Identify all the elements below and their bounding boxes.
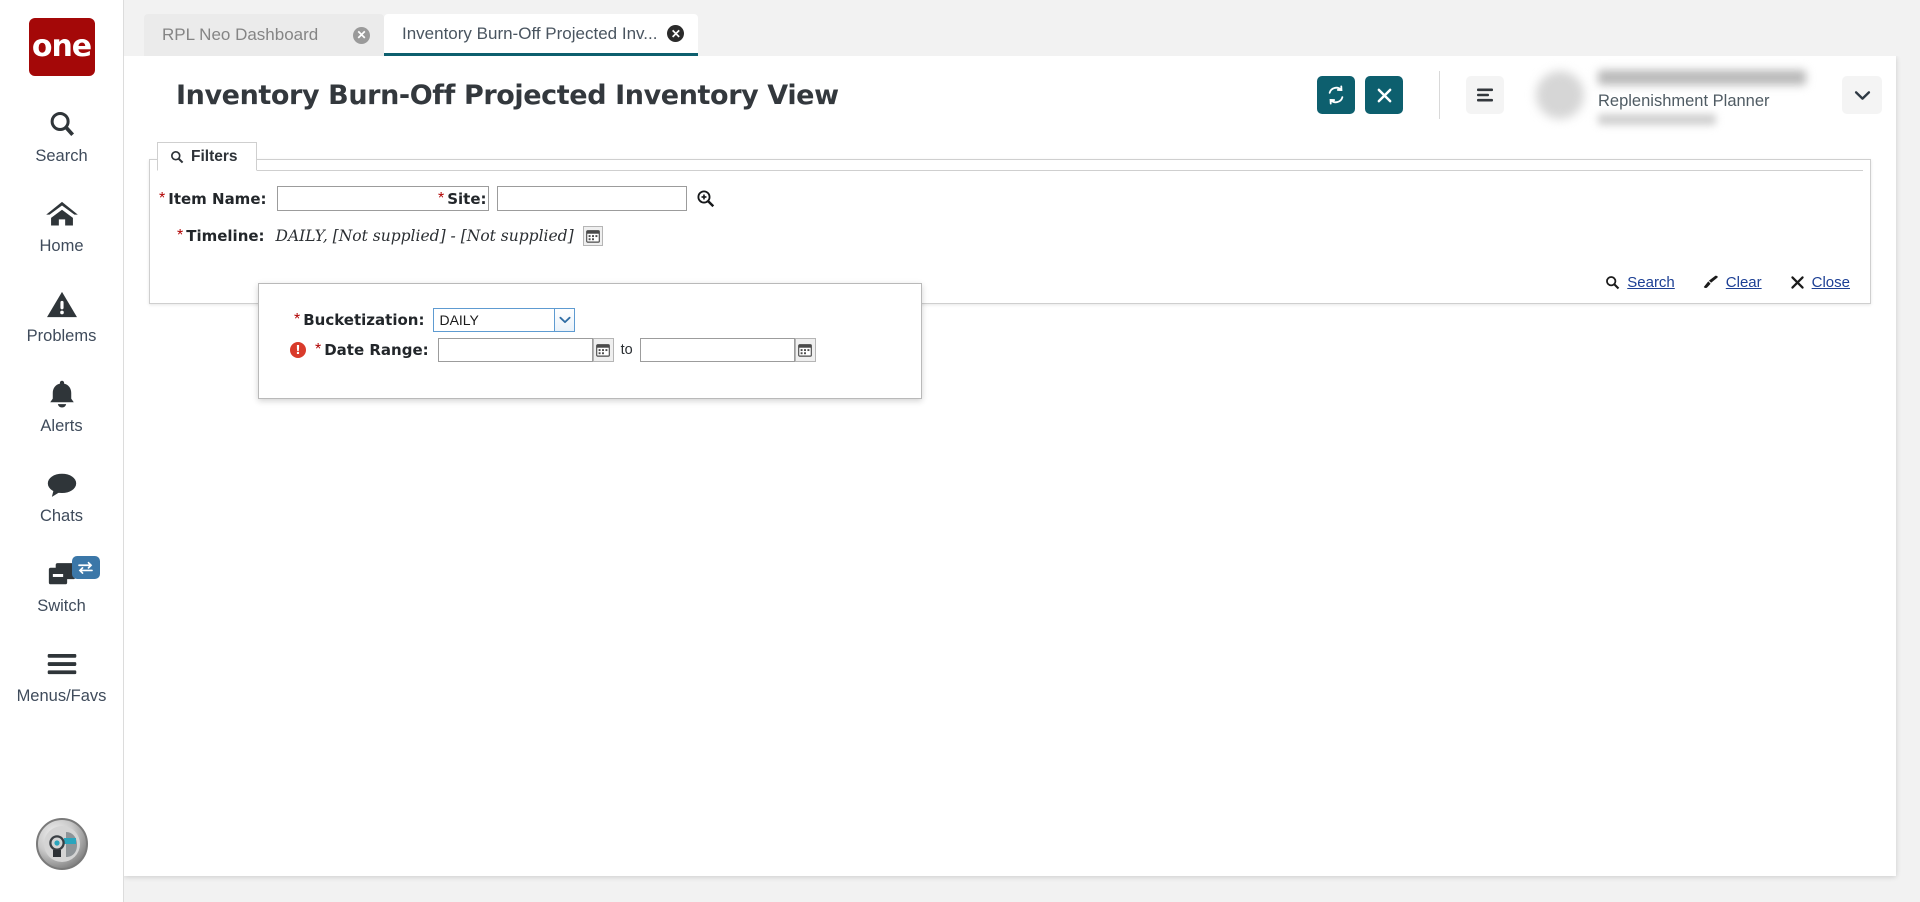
brand-logo[interactable]: one (29, 18, 95, 76)
filters-tab-rule (157, 170, 1863, 171)
tab-filters-label: Filters (191, 148, 238, 166)
field-timeline: * Timeline: DAILY, [Not supplied] - [Not… (177, 226, 603, 246)
swap-arrows-icon[interactable] (72, 556, 100, 579)
sidebar-item-label: Menus/Favs (17, 687, 107, 706)
ai-assistant-avatar-icon[interactable] (36, 818, 88, 870)
bucketization-label: Bucketization: (303, 311, 424, 329)
refresh-icon (1326, 85, 1346, 105)
search-icon (47, 104, 77, 144)
required-marker: * (177, 227, 183, 245)
sidebar-item-problems[interactable]: Problems (0, 284, 124, 346)
close-x-icon (1376, 87, 1393, 104)
left-sidebar: one Search Home Problems (0, 0, 124, 902)
page-header: Inventory Burn-Off Projected Inventory V… (124, 56, 1896, 134)
refresh-button[interactable] (1317, 76, 1355, 114)
tab-inventory-burn-off[interactable]: Inventory Burn-Off Projected Inv... ✕ (384, 14, 698, 56)
user-name-redacted (1598, 70, 1806, 85)
sidebar-item-menus-favs[interactable]: Menus/Favs (0, 644, 124, 706)
timeline-label: Timeline: (186, 227, 264, 245)
user-profile-block[interactable]: Replenishment Planner (1536, 64, 1828, 126)
user-menu-toggle[interactable] (1842, 76, 1882, 114)
warning-triangle-icon (46, 284, 78, 324)
sidebar-item-switch[interactable]: Switch (0, 554, 124, 616)
user-role-label: Replenishment Planner (1598, 92, 1770, 111)
calendar-icon[interactable] (593, 338, 614, 362)
list-menu-icon (1475, 87, 1495, 103)
required-marker: * (159, 190, 165, 208)
home-icon (45, 194, 79, 234)
user-text-group: Replenishment Planner (1596, 68, 1828, 122)
sidebar-item-label: Alerts (40, 417, 82, 436)
user-subtext-redacted (1598, 114, 1716, 125)
eraser-icon (1703, 275, 1719, 290)
tab-label: Inventory Burn-Off Projected Inv... (402, 24, 657, 44)
sidebar-item-label: Search (35, 147, 87, 166)
date-range-label: Date Range: (324, 341, 428, 359)
hamburger-icon (46, 644, 78, 684)
calendar-icon[interactable] (795, 338, 816, 362)
site-label: Site: (447, 190, 486, 208)
avatar (1536, 71, 1584, 119)
tab-label: RPL Neo Dashboard (162, 25, 318, 45)
close-view-button[interactable] (1365, 76, 1403, 114)
sidebar-item-search[interactable]: Search (0, 104, 124, 166)
tab-filters[interactable]: Filters (157, 142, 257, 171)
page-shell: Inventory Burn-Off Projected Inventory V… (124, 56, 1896, 876)
field-bucketization: * Bucketization: DAILY (294, 308, 575, 332)
date-range-separator: to (621, 342, 633, 358)
timeline-value: DAILY, [Not supplied] - [Not supplied] (276, 227, 574, 245)
search-icon (170, 150, 184, 164)
chevron-down-icon (1854, 90, 1871, 101)
close-link[interactable]: Close (1790, 274, 1850, 291)
header-divider (1439, 71, 1440, 119)
search-link-label: Search (1627, 274, 1675, 291)
close-circle-icon[interactable]: ✕ (667, 25, 684, 42)
search-link[interactable]: Search (1605, 274, 1675, 291)
sidebar-item-label: Home (39, 237, 83, 256)
page-menu-button[interactable] (1466, 76, 1504, 114)
brand-logo-text: one (32, 32, 91, 62)
required-marker: * (294, 311, 300, 329)
field-site: * Site: (438, 186, 715, 211)
close-link-label: Close (1812, 274, 1850, 291)
close-circle-icon[interactable]: ✕ (353, 27, 370, 44)
item-name-label: Item Name: (168, 190, 266, 208)
sidebar-item-home[interactable]: Home (0, 194, 124, 256)
filter-actions: Search Clear Close (1605, 274, 1850, 291)
date-range-to-input[interactable] (640, 338, 795, 362)
sidebar-item-label: Chats (40, 507, 83, 526)
field-date-range: ! * Date Range: to (290, 338, 816, 362)
chat-bubble-icon (46, 464, 78, 504)
sidebar-item-label: Problems (27, 327, 97, 346)
date-range-from-input[interactable] (438, 338, 593, 362)
page-title: Inventory Burn-Off Projected Inventory V… (176, 80, 1307, 111)
close-x-icon (1790, 275, 1805, 290)
required-marker: * (315, 341, 321, 359)
bucketization-value: DAILY (433, 308, 555, 332)
clear-link-label: Clear (1726, 274, 1762, 291)
bell-icon (48, 374, 76, 414)
search-icon (1605, 275, 1620, 290)
clear-link[interactable]: Clear (1703, 274, 1762, 291)
error-exclamation-icon: ! (290, 342, 306, 358)
required-marker: * (438, 190, 444, 208)
chevron-down-icon[interactable] (555, 308, 575, 332)
calendar-icon[interactable] (583, 226, 603, 246)
site-input[interactable] (497, 186, 687, 211)
tab-rpl-neo-dashboard[interactable]: RPL Neo Dashboard ✕ (144, 14, 384, 56)
bucketization-select[interactable]: DAILY (433, 308, 575, 332)
sidebar-item-chats[interactable]: Chats (0, 464, 124, 526)
sidebar-item-label: Switch (37, 597, 86, 616)
sidebar-item-alerts[interactable]: Alerts (0, 374, 124, 436)
magnifier-plus-icon[interactable] (696, 189, 715, 208)
timeline-popup: * Bucketization: DAILY ! * Date Range: (258, 283, 922, 399)
browser-tab-strip: RPL Neo Dashboard ✕ Inventory Burn-Off P… (124, 0, 1920, 56)
